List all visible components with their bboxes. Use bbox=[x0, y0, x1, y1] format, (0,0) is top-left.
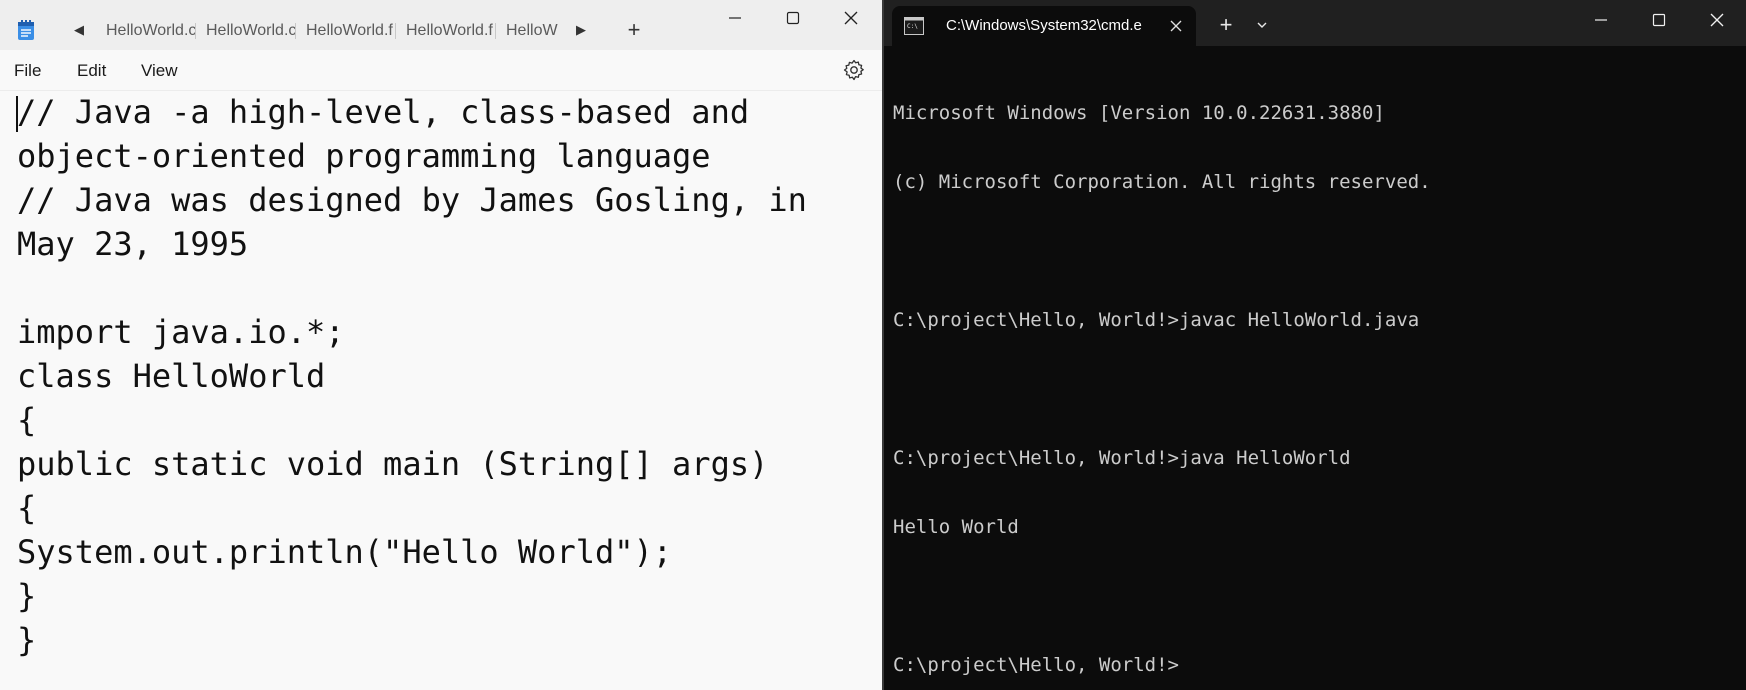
menu-file[interactable]: File bbox=[14, 50, 41, 90]
notepad-tab[interactable]: HelloWorld.c bbox=[96, 14, 196, 48]
close-icon bbox=[844, 11, 858, 25]
tab-scroll-right-button[interactable]: ▶ bbox=[569, 18, 593, 42]
terminal-minimize-button[interactable] bbox=[1572, 0, 1630, 40]
chevron-down-icon bbox=[1257, 22, 1267, 28]
notepad-tab[interactable]: HelloWorld.f bbox=[396, 14, 496, 48]
terminal-tab[interactable]: C:\ C:\Windows\System32\cmd.e bbox=[892, 6, 1196, 46]
chevron-left-icon: ◀ bbox=[74, 22, 84, 37]
terminal-line: (c) Microsoft Corporation. All rights re… bbox=[893, 171, 1431, 193]
notepad-text-editor[interactable]: // Java -a high-level, class-based and o… bbox=[17, 90, 877, 690]
gear-icon[interactable] bbox=[842, 58, 866, 82]
notepad-menubar: File Edit View bbox=[0, 50, 882, 91]
terminal-titlebar: C:\ C:\Windows\System32\cmd.e + bbox=[884, 0, 1746, 46]
new-tab-button[interactable]: + bbox=[622, 16, 646, 44]
minimize-icon bbox=[729, 17, 741, 19]
close-button[interactable] bbox=[822, 0, 880, 36]
svg-text:C:\: C:\ bbox=[907, 23, 918, 30]
terminal-new-tab-button[interactable]: + bbox=[1210, 8, 1242, 42]
tab-scroll-left-button[interactable]: ◀ bbox=[67, 18, 91, 42]
terminal-tab-title: C:\Windows\System32\cmd.e bbox=[946, 17, 1142, 34]
terminal-output[interactable]: Microsoft Windows [Version 10.0.22631.38… bbox=[893, 56, 1738, 690]
terminal-line: C:\project\Hello, World!>javac HelloWorl… bbox=[893, 309, 1420, 331]
terminal-line: Hello World bbox=[893, 516, 1019, 538]
maximize-icon bbox=[786, 11, 800, 24]
menu-view[interactable]: View bbox=[141, 50, 178, 90]
close-icon bbox=[1710, 13, 1724, 27]
close-icon bbox=[1170, 20, 1182, 32]
notepad-window: ◀ HelloWorld.c HelloWorld.c HelloWorld.f… bbox=[0, 0, 882, 690]
menu-edit[interactable]: Edit bbox=[77, 50, 106, 90]
terminal-profile-dropdown[interactable] bbox=[1248, 8, 1276, 42]
notepad-titlebar: ◀ HelloWorld.c HelloWorld.c HelloWorld.f… bbox=[0, 0, 882, 50]
terminal-line: C:\project\Hello, World!>java HelloWorld bbox=[893, 447, 1351, 469]
maximize-icon bbox=[1652, 13, 1666, 26]
minimize-button[interactable] bbox=[706, 0, 764, 36]
notepad-tab[interactable]: HelloW bbox=[496, 14, 561, 48]
terminal-close-button[interactable] bbox=[1688, 0, 1746, 40]
terminal-window: C:\ C:\Windows\System32\cmd.e + Microsof… bbox=[884, 0, 1746, 690]
terminal-line: Microsoft Windows [Version 10.0.22631.38… bbox=[893, 102, 1385, 124]
notepad-tab[interactable]: HelloWorld.f bbox=[296, 14, 396, 48]
close-tab-button[interactable] bbox=[1164, 6, 1188, 46]
cmd-icon: C:\ bbox=[904, 17, 924, 35]
terminal-maximize-button[interactable] bbox=[1630, 0, 1688, 40]
notepad-tab[interactable]: HelloWorld.c bbox=[196, 14, 296, 48]
notepad-tab-strip: HelloWorld.c HelloWorld.c HelloWorld.f H… bbox=[96, 14, 561, 48]
maximize-button[interactable] bbox=[764, 0, 822, 36]
notepad-icon bbox=[18, 20, 34, 40]
chevron-right-icon: ▶ bbox=[576, 22, 586, 37]
terminal-prompt: C:\project\Hello, World!> bbox=[893, 654, 1179, 676]
minimize-icon bbox=[1595, 19, 1607, 21]
